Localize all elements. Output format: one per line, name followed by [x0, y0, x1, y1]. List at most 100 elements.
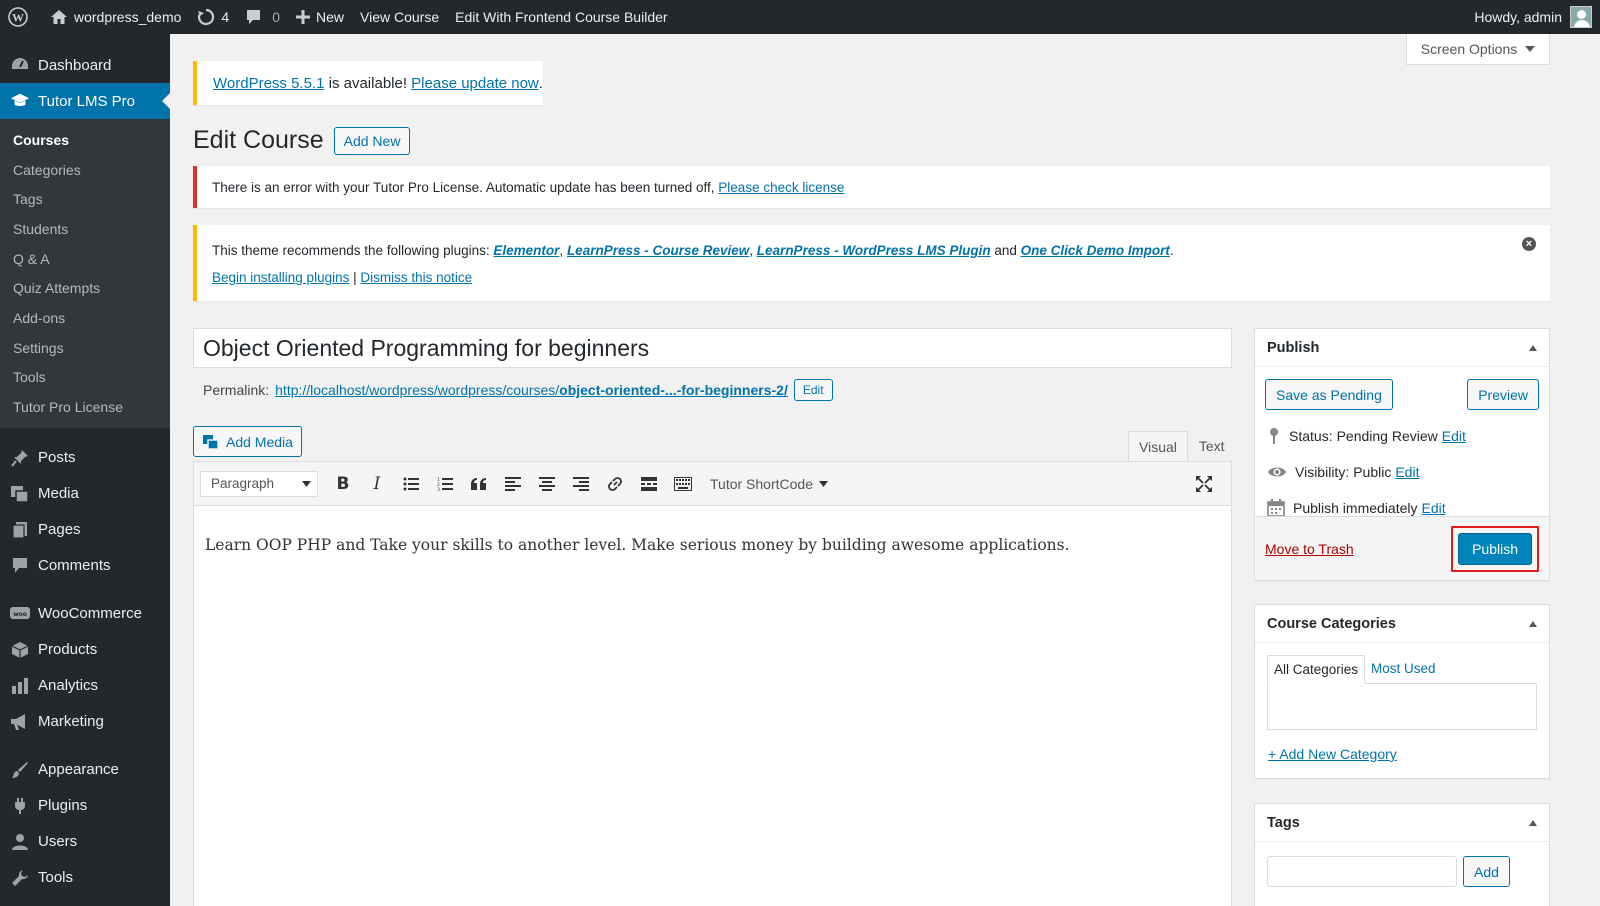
- category-tabs: All Categories Most Used: [1255, 643, 1549, 684]
- menu-tools[interactable]: Tools: [0, 860, 170, 896]
- add-new-button[interactable]: Add New: [333, 126, 411, 155]
- align-right-icon[interactable]: [564, 469, 598, 499]
- tab-most-used[interactable]: Most Used: [1365, 655, 1442, 684]
- permalink-edit-button[interactable]: Edit: [793, 379, 833, 401]
- dismiss-x-icon[interactable]: ×: [1522, 237, 1536, 251]
- updates-link[interactable]: 4: [189, 0, 237, 34]
- submenu-students[interactable]: Students: [0, 214, 170, 244]
- bullet-list-icon[interactable]: [394, 469, 428, 499]
- submenu-settings[interactable]: Settings: [0, 333, 170, 363]
- plugin-link-course-review[interactable]: LearnPress - Course Review: [567, 243, 749, 258]
- menu-plugins[interactable]: Plugins: [0, 788, 170, 824]
- add-new-category-link[interactable]: + Add New Category: [1268, 746, 1397, 762]
- save-pending-button[interactable]: Save as Pending: [1265, 379, 1393, 410]
- move-to-trash-link[interactable]: Move to Trash: [1265, 541, 1354, 557]
- new-content-link[interactable]: New: [288, 0, 352, 34]
- edit-visibility-link[interactable]: Edit: [1395, 464, 1419, 480]
- submenu-categories[interactable]: Categories: [0, 155, 170, 185]
- submenu-quiz-attempts[interactable]: Quiz Attempts: [0, 273, 170, 303]
- plugin-link-elementor[interactable]: Elementor: [493, 243, 559, 258]
- numbered-list-icon[interactable]: 123: [428, 469, 462, 499]
- align-center-icon[interactable]: [530, 469, 564, 499]
- menu-dashboard-label: Dashboard: [38, 56, 112, 74]
- submenu-qa[interactable]: Q & A: [0, 244, 170, 274]
- check-license-link[interactable]: Please check license: [718, 180, 844, 195]
- add-media-label: Add Media: [226, 433, 293, 450]
- menu-comments[interactable]: Comments: [0, 548, 170, 584]
- status-label: Status:: [1289, 428, 1333, 444]
- menu-woocommerce[interactable]: woo WooCommerce: [0, 596, 170, 632]
- category-checklist[interactable]: [1267, 683, 1537, 730]
- tab-all-categories[interactable]: All Categories: [1267, 655, 1366, 684]
- collapse-caret-icon[interactable]: [1529, 344, 1537, 351]
- permalink-link[interactable]: http://localhost/wordpress/wordpress/cou…: [275, 382, 788, 398]
- menu-users-label: Users: [38, 833, 78, 851]
- submenu-tools[interactable]: Tools: [0, 363, 170, 393]
- menu-marketing[interactable]: Marketing: [0, 704, 170, 740]
- plugin-link-demo-import[interactable]: One Click Demo Import: [1021, 243, 1170, 258]
- menu-products-label: Products: [38, 641, 98, 659]
- publish-button[interactable]: Publish: [1458, 532, 1532, 565]
- menu-users[interactable]: Users: [0, 824, 170, 860]
- wordpress-version-link[interactable]: WordPress 5.5.1: [213, 75, 324, 92]
- comments-link[interactable]: 0: [237, 0, 288, 34]
- screen-options-button[interactable]: Screen Options: [1406, 34, 1550, 65]
- publish-header[interactable]: Publish: [1255, 329, 1549, 367]
- plugin-link-learnpress[interactable]: LearnPress - WordPress LMS Plugin: [757, 243, 991, 258]
- fullscreen-icon[interactable]: [1187, 469, 1221, 499]
- menu-analytics[interactable]: Analytics: [0, 668, 170, 704]
- link-icon[interactable]: [598, 469, 632, 499]
- add-tag-button[interactable]: Add: [1463, 856, 1510, 887]
- menu-posts[interactable]: Posts: [0, 440, 170, 476]
- tab-text[interactable]: Text: [1188, 431, 1236, 461]
- edit-status-link[interactable]: Edit: [1442, 428, 1466, 444]
- align-left-icon[interactable]: [496, 469, 530, 499]
- license-error-text: There is an error with your Tutor Pro Li…: [212, 179, 719, 195]
- editor-body[interactable]: Learn OOP PHP and Take your skills to an…: [194, 506, 1231, 584]
- read-more-icon[interactable]: [632, 469, 666, 499]
- course-title-input[interactable]: Object Oriented Programming for beginner…: [193, 328, 1232, 368]
- paragraph-format-select[interactable]: Paragraph: [200, 470, 318, 497]
- frontend-builder-link[interactable]: Edit With Frontend Course Builder: [447, 0, 675, 34]
- submenu-tags[interactable]: Tags: [0, 184, 170, 214]
- permalink-label: Permalink:: [203, 382, 270, 398]
- submenu-courses[interactable]: Courses: [0, 125, 170, 155]
- format-value: Paragraph: [211, 476, 275, 491]
- edit-schedule-link[interactable]: Edit: [1422, 500, 1446, 516]
- menu-tools-label: Tools: [38, 869, 74, 887]
- categories-title: Course Categories: [1267, 615, 1396, 632]
- calendar-icon: [1267, 499, 1285, 517]
- menu-appearance-label: Appearance: [38, 761, 119, 779]
- menu-dashboard[interactable]: Dashboard: [0, 47, 170, 83]
- tab-visual[interactable]: Visual: [1128, 431, 1188, 461]
- my-account[interactable]: Howdy, admin: [1474, 6, 1600, 28]
- wordpress-logo-icon[interactable]: W: [0, 0, 42, 34]
- bold-icon[interactable]: B: [326, 469, 360, 499]
- collapse-caret-icon[interactable]: [1529, 819, 1537, 826]
- blockquote-icon[interactable]: [462, 469, 496, 499]
- plugin-notice-actions: Begin installing plugins | Dismiss this …: [212, 270, 1535, 285]
- update-now-link[interactable]: Please update now: [411, 75, 539, 92]
- menu-products[interactable]: Products: [0, 632, 170, 668]
- submenu-pro-license[interactable]: Tutor Pro License: [0, 392, 170, 422]
- begin-installing-link[interactable]: Begin installing plugins: [212, 270, 349, 285]
- site-name-link[interactable]: wordpress_demo: [42, 0, 189, 34]
- menu-media[interactable]: Media: [0, 476, 170, 512]
- toolbar-toggle-icon[interactable]: [666, 469, 700, 499]
- menu-pages[interactable]: Pages: [0, 512, 170, 548]
- categories-header[interactable]: Course Categories: [1255, 605, 1549, 643]
- dismiss-notice-link[interactable]: Dismiss this notice: [360, 270, 472, 285]
- box-icon: [10, 640, 30, 660]
- submenu-addons[interactable]: Add-ons: [0, 303, 170, 333]
- menu-appearance[interactable]: Appearance: [0, 752, 170, 788]
- tag-input[interactable]: [1267, 856, 1457, 887]
- preview-button[interactable]: Preview: [1467, 379, 1539, 410]
- add-media-button[interactable]: Add Media: [193, 426, 302, 457]
- collapse-caret-icon[interactable]: [1529, 620, 1537, 627]
- tags-header[interactable]: Tags: [1255, 804, 1549, 842]
- tutor-shortcode-dropdown[interactable]: Tutor ShortCode: [710, 476, 828, 492]
- italic-icon[interactable]: I: [360, 469, 394, 499]
- menu-tutor-lms[interactable]: Tutor LMS Pro: [0, 83, 170, 119]
- status-value: Pending Review: [1336, 428, 1438, 444]
- view-course-link[interactable]: View Course: [352, 0, 447, 34]
